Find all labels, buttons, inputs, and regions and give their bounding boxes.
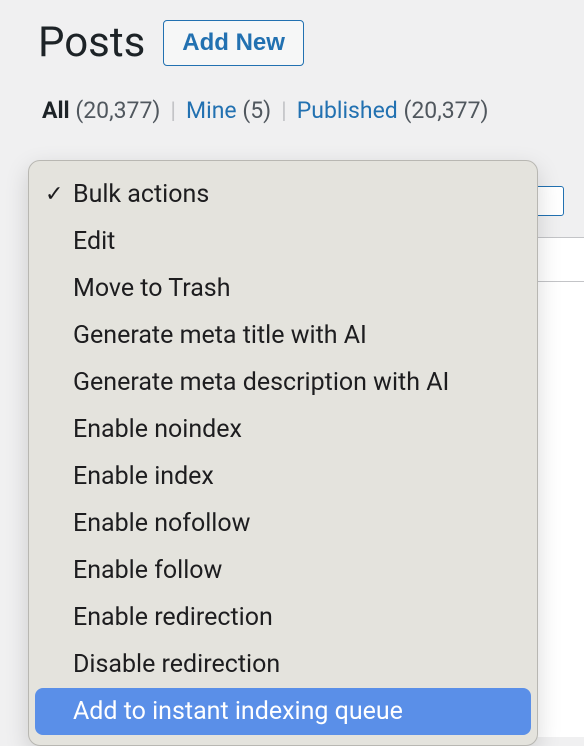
filter-divider: | bbox=[281, 97, 287, 124]
filter-links: All (20,377) | Mine (5) | Published (20,… bbox=[0, 67, 584, 124]
page-title: Posts bbox=[38, 18, 145, 67]
filter-published-count: (20,377) bbox=[403, 97, 488, 124]
bulk-action-option-enable-nofollow[interactable]: Enable nofollow bbox=[35, 500, 531, 547]
bulk-actions-dropdown[interactable]: ✓ Bulk actions Edit Move to Trash Genera… bbox=[28, 160, 538, 746]
bulk-action-option-disable-redirection[interactable]: Disable redirection bbox=[35, 641, 531, 688]
bulk-action-option-enable-noindex[interactable]: Enable noindex bbox=[35, 406, 531, 453]
filter-mine-label: Mine bbox=[186, 97, 237, 124]
bulk-action-option-bulk-actions[interactable]: ✓ Bulk actions bbox=[35, 171, 531, 218]
filter-mine-link[interactable]: Mine (5) bbox=[186, 97, 271, 124]
filter-all-count: (20,377) bbox=[75, 97, 160, 124]
add-new-button[interactable]: Add New bbox=[163, 20, 304, 66]
bulk-action-option-generate-meta-title[interactable]: Generate meta title with AI bbox=[35, 312, 531, 359]
filter-all-link[interactable]: All (20,377) bbox=[42, 97, 160, 124]
check-icon: ✓ bbox=[45, 182, 73, 207]
bulk-action-option-move-to-trash[interactable]: Move to Trash bbox=[35, 265, 531, 312]
bulk-action-label: Enable index bbox=[73, 462, 521, 491]
bulk-action-label: Edit bbox=[73, 227, 521, 256]
bulk-action-label: Generate meta description with AI bbox=[73, 368, 521, 397]
page-header: Posts Add New bbox=[0, 0, 584, 67]
bulk-action-option-enable-follow[interactable]: Enable follow bbox=[35, 547, 531, 594]
bulk-action-label: Move to Trash bbox=[73, 274, 521, 303]
bulk-action-option-edit[interactable]: Edit bbox=[35, 218, 531, 265]
filter-published-link[interactable]: Published (20,377) bbox=[297, 97, 489, 124]
bulk-action-label: Enable noindex bbox=[73, 415, 521, 444]
bulk-action-label: Generate meta title with AI bbox=[73, 321, 521, 350]
bulk-action-label: Enable redirection bbox=[73, 603, 521, 632]
bulk-action-option-enable-index[interactable]: Enable index bbox=[35, 453, 531, 500]
bulk-action-label: Enable nofollow bbox=[73, 509, 521, 538]
filter-all-label: All bbox=[42, 97, 70, 124]
bulk-action-label: Enable follow bbox=[73, 556, 521, 585]
bulk-action-label: Bulk actions bbox=[73, 180, 521, 209]
filter-mine-count: (5) bbox=[242, 97, 271, 124]
bulk-action-label: Add to instant indexing queue bbox=[73, 697, 521, 726]
bulk-action-option-generate-meta-description[interactable]: Generate meta description with AI bbox=[35, 359, 531, 406]
bulk-action-option-enable-redirection[interactable]: Enable redirection bbox=[35, 594, 531, 641]
filter-divider: | bbox=[170, 97, 176, 124]
bulk-action-label: Disable redirection bbox=[73, 650, 521, 679]
filter-published-label: Published bbox=[297, 97, 398, 124]
bulk-action-option-add-instant-indexing[interactable]: Add to instant indexing queue bbox=[35, 688, 531, 735]
